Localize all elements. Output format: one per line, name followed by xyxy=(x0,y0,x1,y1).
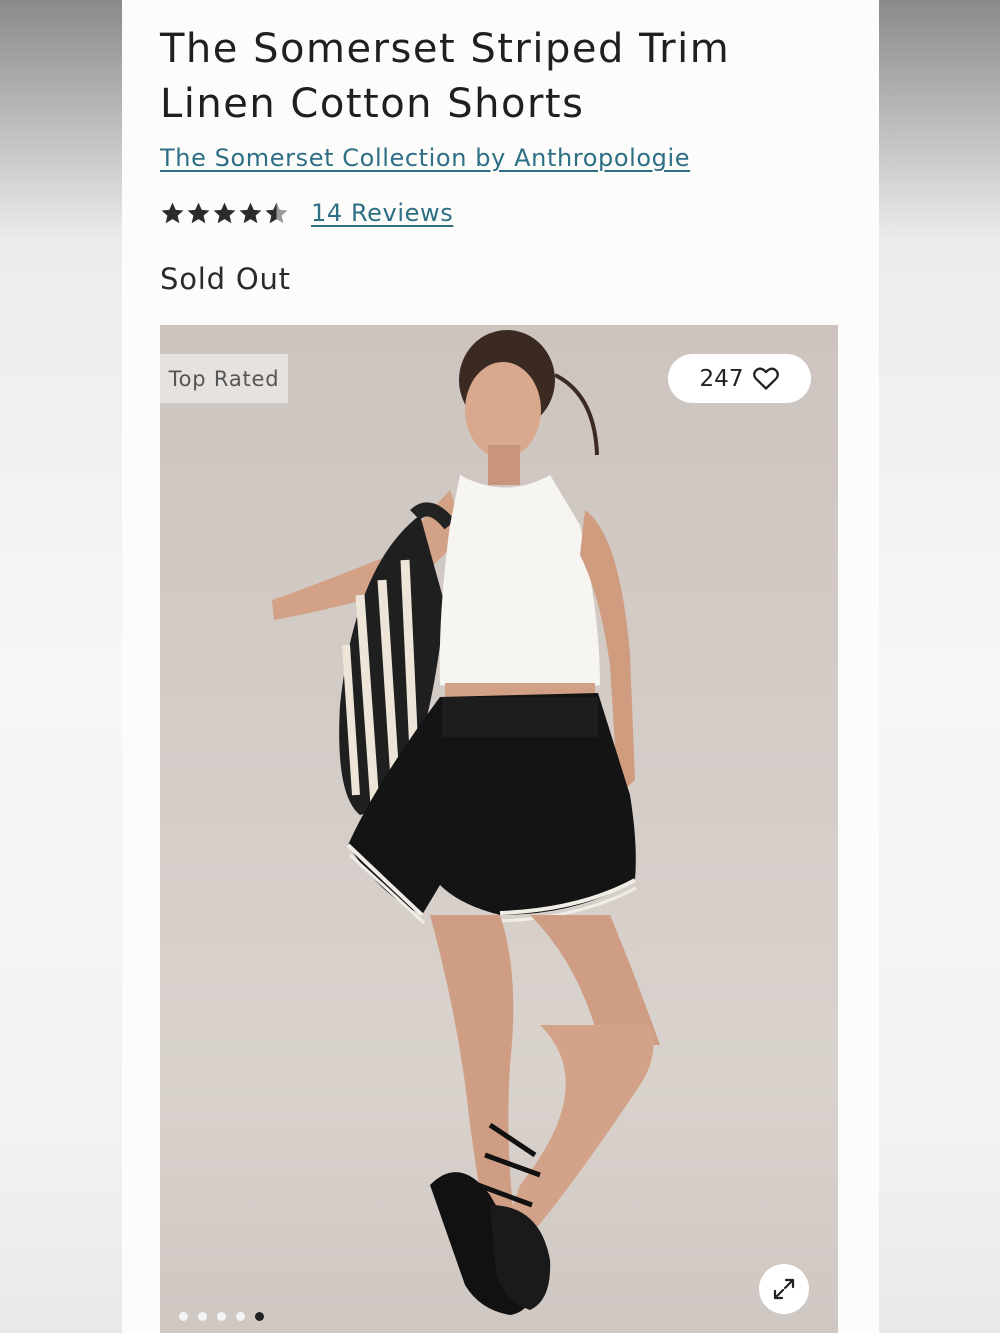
gallery-dot-1[interactable] xyxy=(179,1312,188,1321)
favorite-button[interactable]: 247 xyxy=(668,354,811,403)
gallery-dot-4[interactable] xyxy=(236,1312,245,1321)
photo-leg-right xyxy=(505,1025,654,1230)
heart-icon xyxy=(753,367,780,390)
gallery-dot-2[interactable] xyxy=(198,1312,207,1321)
star-icon xyxy=(213,202,236,223)
photo-face xyxy=(465,362,541,458)
expand-image-button[interactable] xyxy=(759,1264,809,1314)
gallery-pagination xyxy=(179,1312,264,1321)
product-title: The Somerset Striped Trim Linen Cotton S… xyxy=(160,22,840,132)
product-title-line2: Linen Cotton Shorts xyxy=(160,81,585,127)
star-icon xyxy=(161,202,184,223)
product-image-gallery[interactable]: Top Rated 247 xyxy=(160,325,838,1333)
star-rating[interactable] xyxy=(160,201,289,226)
reviews-link[interactable]: 14 Reviews xyxy=(311,199,453,227)
rating-row: 14 Reviews xyxy=(160,199,453,227)
product-page: The Somerset Striped Trim Linen Cotton S… xyxy=(122,0,879,1333)
product-photo xyxy=(272,330,660,1315)
left-background xyxy=(0,0,122,1333)
star-icon xyxy=(239,202,262,223)
photo-top xyxy=(439,475,600,691)
top-rated-badge: Top Rated xyxy=(160,354,288,403)
star-icon xyxy=(187,202,210,223)
brand-collection-link[interactable]: The Somerset Collection by Anthropologie xyxy=(160,144,690,172)
half-star-icon xyxy=(265,202,288,223)
product-title-line1: The Somerset Striped Trim xyxy=(160,26,731,72)
gallery-dot-3[interactable] xyxy=(217,1312,226,1321)
gallery-dot-5[interactable] xyxy=(255,1312,264,1321)
expand-icon xyxy=(773,1278,795,1300)
availability-status: Sold Out xyxy=(160,262,291,296)
right-background xyxy=(879,0,1000,1333)
likes-count: 247 xyxy=(699,365,744,392)
